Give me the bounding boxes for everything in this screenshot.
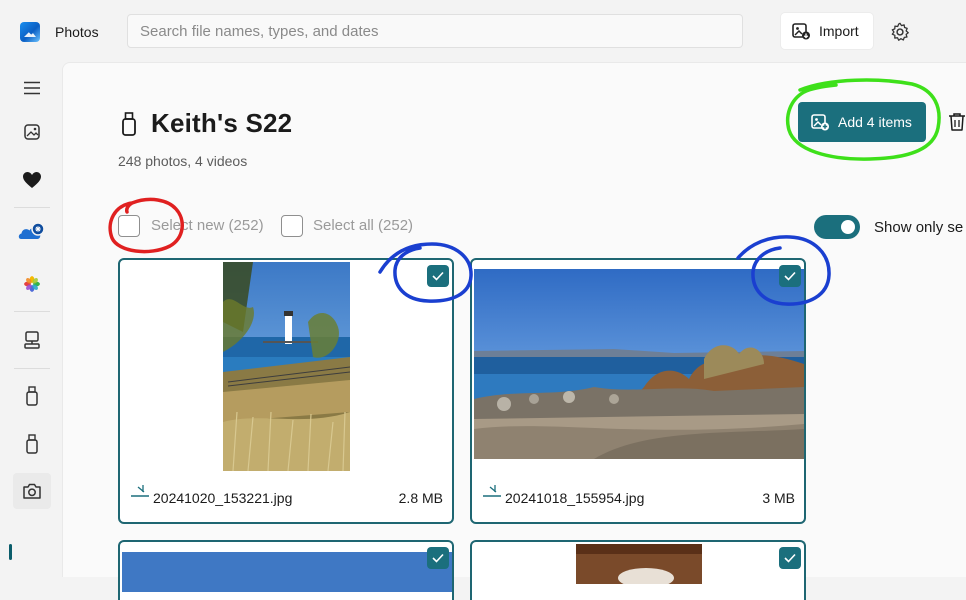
file-size: 2.8 MB bbox=[398, 490, 443, 506]
photo-card[interactable] bbox=[470, 540, 806, 600]
add-photos-icon bbox=[811, 114, 829, 131]
sidebar bbox=[0, 62, 62, 577]
icloud-photos-icon bbox=[24, 276, 40, 292]
hamburger-menu-icon bbox=[24, 81, 40, 95]
sidebar-item-icloud[interactable] bbox=[13, 266, 51, 302]
sidebar-item-camera[interactable] bbox=[13, 473, 51, 509]
item-checkbox[interactable] bbox=[779, 265, 801, 287]
select-new-label: Select new (252) bbox=[151, 217, 264, 234]
usb-device-icon bbox=[122, 111, 136, 136]
media-count: 248 photos, 4 videos bbox=[118, 153, 248, 169]
import-icon bbox=[792, 23, 810, 40]
photo-thumbnail bbox=[122, 552, 452, 592]
select-all-checkbox[interactable] bbox=[281, 215, 303, 237]
sidebar-item-gallery[interactable] bbox=[13, 114, 51, 150]
item-checkbox[interactable] bbox=[427, 265, 449, 287]
photos-app-icon bbox=[20, 22, 40, 42]
title-bar: Photos Import bbox=[0, 0, 966, 62]
active-indicator bbox=[9, 544, 12, 560]
new-item-icon bbox=[131, 485, 149, 497]
photo-thumbnail bbox=[576, 544, 702, 584]
import-label: Import bbox=[819, 23, 859, 39]
photo-thumbnail-beach bbox=[474, 269, 804, 459]
sidebar-item-device-2[interactable] bbox=[13, 426, 51, 462]
photo-card[interactable] bbox=[118, 540, 454, 600]
import-button[interactable]: Import bbox=[781, 13, 873, 49]
check-icon bbox=[784, 271, 796, 281]
search-input[interactable] bbox=[128, 15, 742, 47]
device-header: Keith's S22 bbox=[121, 108, 292, 139]
check-icon bbox=[432, 553, 444, 563]
photo-card[interactable]: 20241018_155954.jpg 3 MB bbox=[470, 258, 806, 524]
gallery-icon bbox=[24, 124, 40, 140]
show-only-label: Show only se bbox=[874, 219, 964, 236]
check-icon bbox=[432, 271, 444, 281]
show-only-toggle[interactable] bbox=[814, 215, 860, 239]
item-checkbox[interactable] bbox=[779, 547, 801, 569]
check-icon bbox=[784, 553, 796, 563]
add-items-button[interactable]: Add 4 items bbox=[798, 102, 926, 142]
add-items-label: Add 4 items bbox=[838, 114, 912, 130]
sidebar-item-this-pc[interactable] bbox=[13, 322, 51, 358]
usb-device-icon bbox=[26, 434, 38, 454]
select-all-label: Select all (252) bbox=[313, 217, 414, 234]
pc-icon bbox=[24, 331, 40, 349]
delete-icon[interactable] bbox=[948, 112, 966, 132]
file-size: 3 MB bbox=[762, 490, 795, 506]
photo-card[interactable]: 20241020_153221.jpg 2.8 MB bbox=[118, 258, 454, 524]
heart-icon bbox=[23, 172, 41, 188]
photo-thumbnail-lighthouse bbox=[223, 262, 350, 471]
sidebar-separator bbox=[14, 207, 50, 208]
sidebar-separator bbox=[14, 368, 50, 369]
new-item-icon bbox=[483, 485, 501, 497]
camera-icon bbox=[23, 483, 41, 499]
usb-device-icon bbox=[26, 386, 38, 406]
file-name: 20241018_155954.jpg bbox=[505, 490, 645, 506]
search-box[interactable] bbox=[127, 14, 743, 48]
sidebar-item-menu[interactable] bbox=[13, 70, 51, 106]
sidebar-item-onedrive[interactable] bbox=[13, 214, 51, 250]
item-checkbox[interactable] bbox=[427, 547, 449, 569]
page-title: Keith's S22 bbox=[151, 108, 293, 138]
sidebar-item-device-1[interactable] bbox=[13, 378, 51, 414]
app-title: Photos bbox=[55, 24, 99, 40]
file-name: 20241020_153221.jpg bbox=[153, 490, 293, 506]
sidebar-separator bbox=[14, 311, 50, 312]
onedrive-icon bbox=[18, 222, 45, 239]
settings-gear-icon[interactable] bbox=[889, 21, 911, 43]
sidebar-item-favorites[interactable] bbox=[13, 162, 51, 198]
select-new-checkbox[interactable] bbox=[118, 215, 140, 237]
